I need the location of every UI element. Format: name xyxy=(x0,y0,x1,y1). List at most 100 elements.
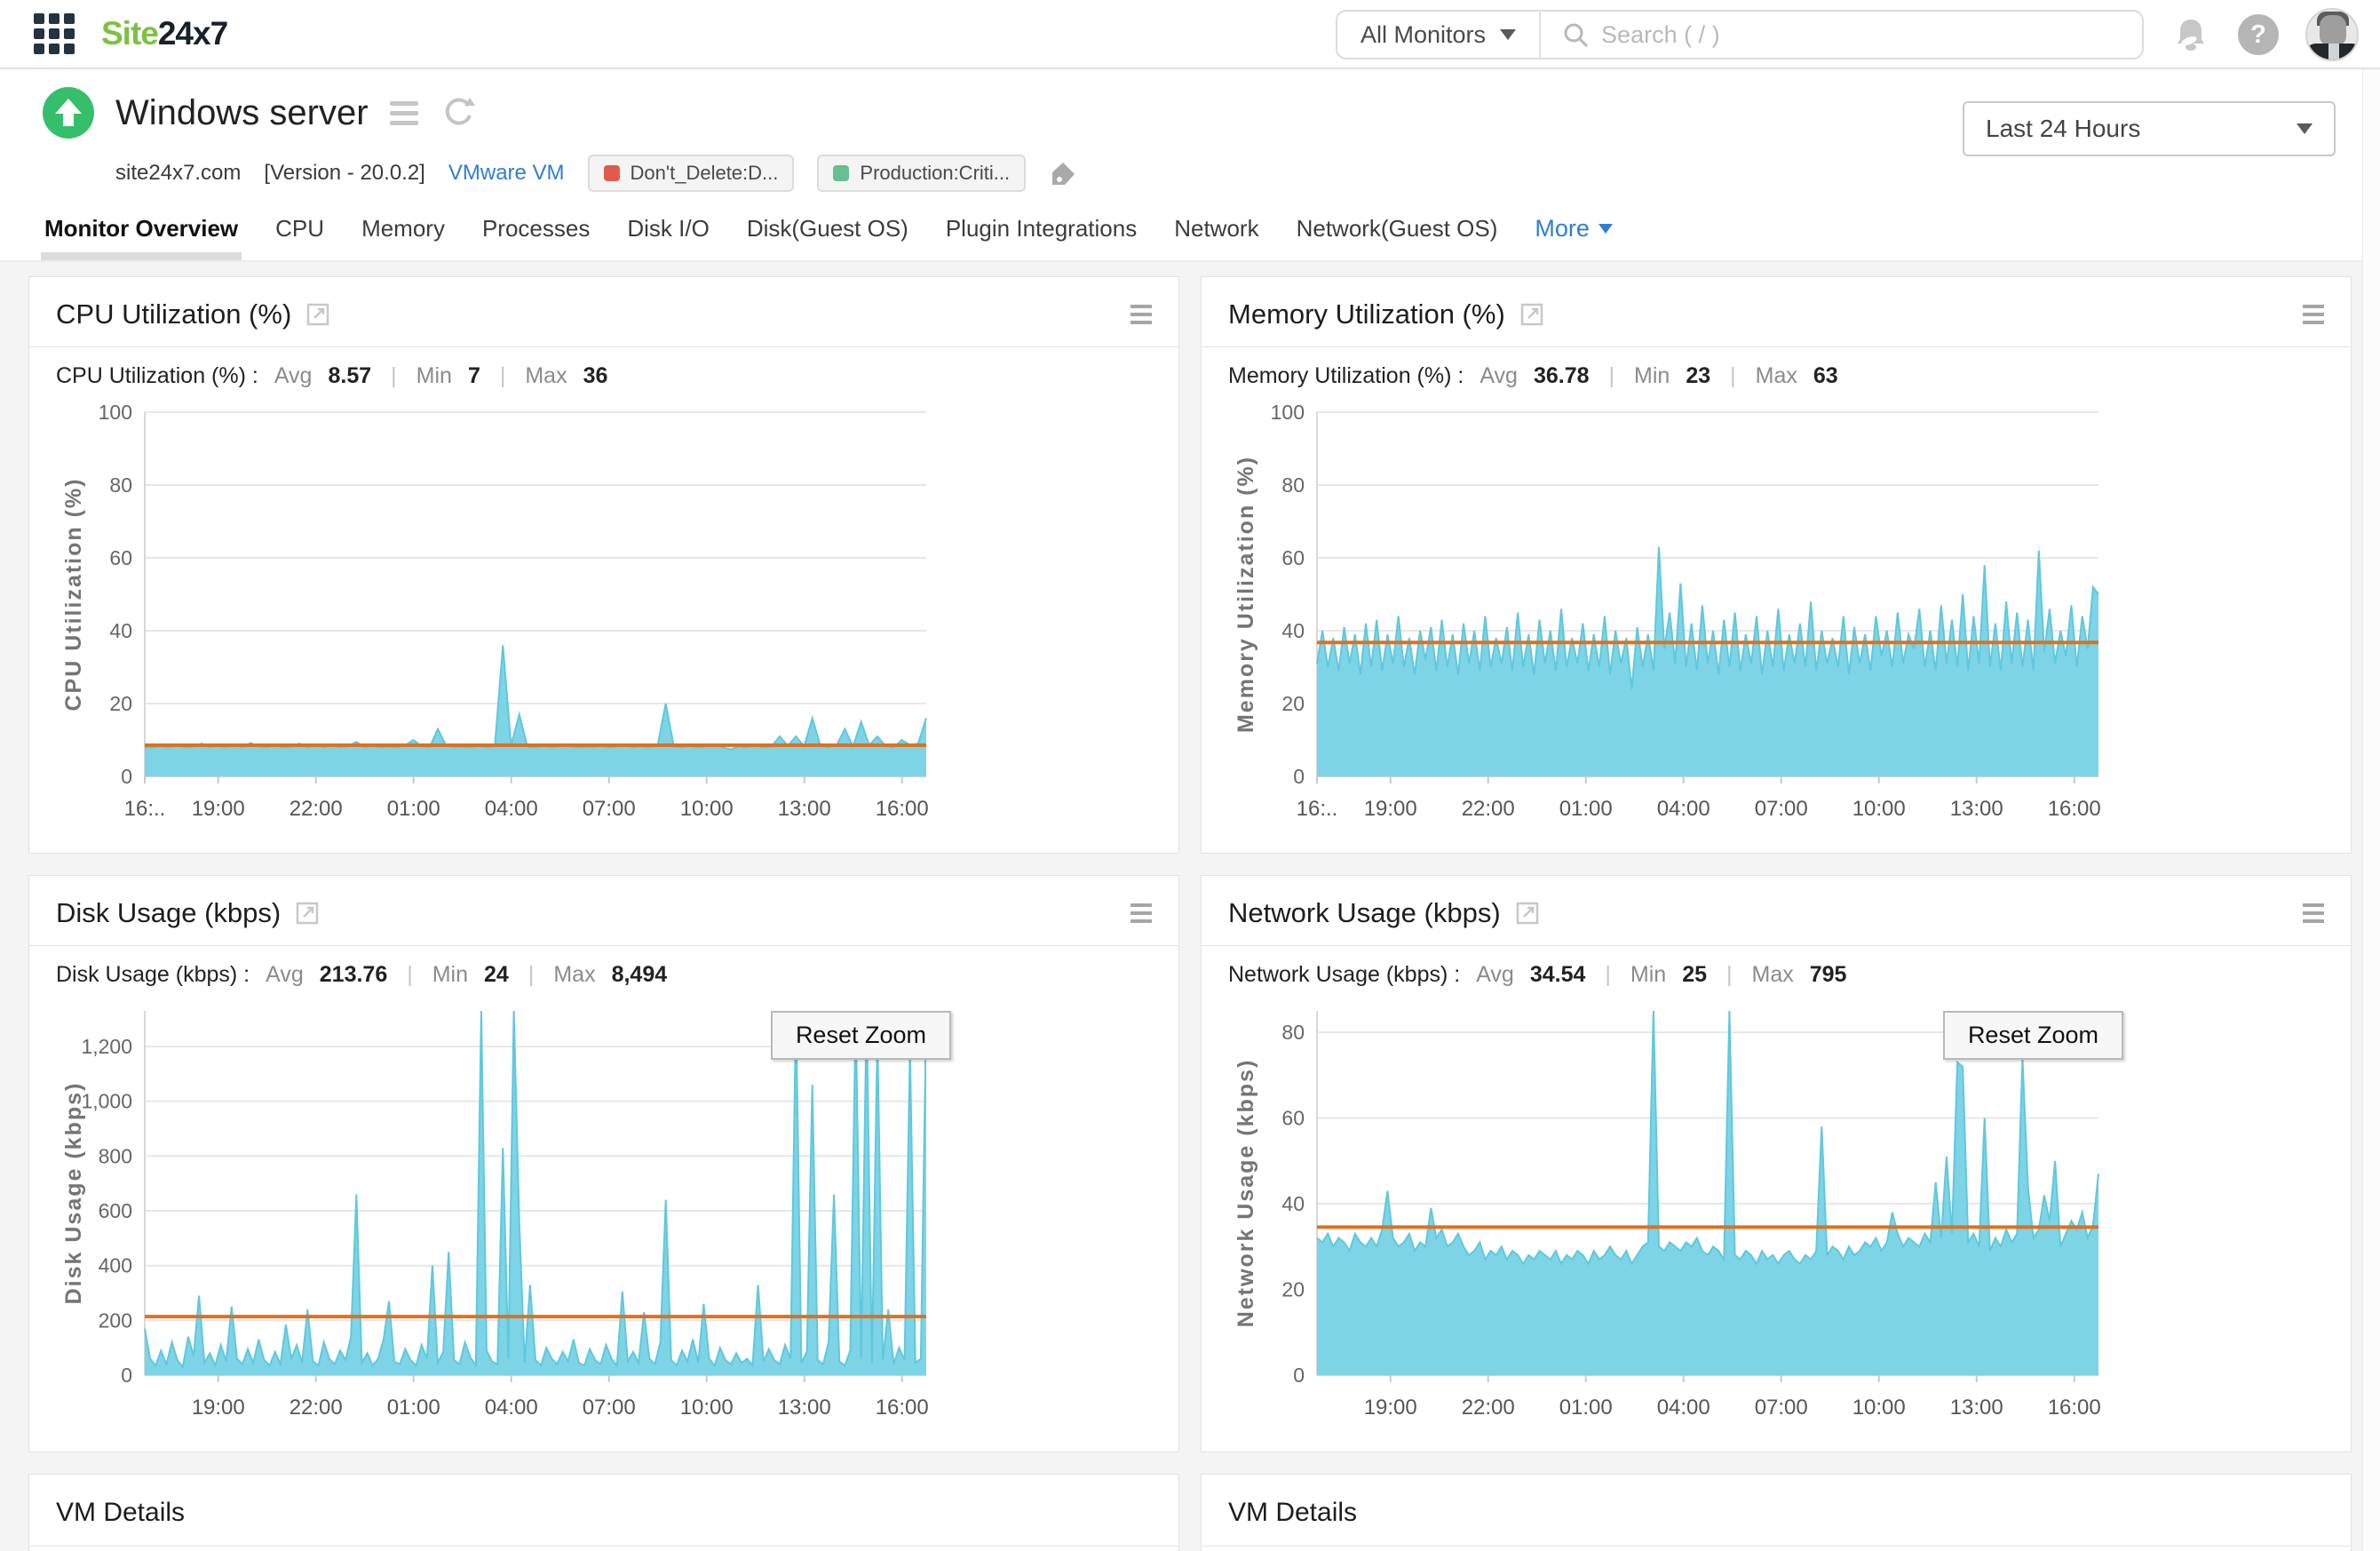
tab-more[interactable]: More xyxy=(1535,215,1613,260)
svg-text:22:00: 22:00 xyxy=(1462,797,1515,821)
status-up-icon xyxy=(43,87,94,139)
tab-network[interactable]: Network xyxy=(1174,215,1258,260)
svg-text:16:..: 16:.. xyxy=(124,797,166,821)
svg-text:01:00: 01:00 xyxy=(1559,1396,1613,1420)
cpu-chart[interactable]: 0 20 40 60 80 100 16:.. 19:00 22:00 01:00 04:00 07:… xyxy=(29,394,1178,843)
tab-cpu[interactable]: CPU xyxy=(275,215,324,260)
svg-text:13:00: 13:00 xyxy=(778,1396,831,1420)
tab-processes[interactable]: Processes xyxy=(482,215,590,260)
svg-text:80: 80 xyxy=(109,473,132,497)
memory-stats: Memory Utilization (%) : Avg 36.78 | Min 2… xyxy=(1228,363,1838,388)
vmware-vm-link[interactable]: VMware VM xyxy=(448,161,565,186)
vm-details-title: VM Details xyxy=(1228,1498,1358,1527)
table-row: Host Name s24x7-w10.site24x7.com xyxy=(29,1547,1178,1551)
svg-text:40: 40 xyxy=(1281,619,1305,642)
svg-text:04:00: 04:00 xyxy=(1657,797,1710,821)
disk-usage-panel: Disk Usage (kbps) Disk Usage (kbps) : Av… xyxy=(28,875,1179,1452)
panel-title: Disk Usage (kbps) xyxy=(56,897,282,928)
panel-menu-icon[interactable] xyxy=(2303,903,2324,923)
svg-text:0: 0 xyxy=(121,1364,132,1387)
tab-network-guest-os-[interactable]: Network(Guest OS) xyxy=(1297,215,1498,260)
monitor-version: [Version - 20.0.2] xyxy=(264,161,425,185)
svg-text:19:00: 19:00 xyxy=(192,797,245,821)
page-title: Windows server xyxy=(115,92,369,132)
tag-color-swatch xyxy=(833,165,850,181)
expand-chart-icon[interactable] xyxy=(295,901,320,926)
svg-text:13:00: 13:00 xyxy=(1950,1396,2003,1420)
svg-text:07:00: 07:00 xyxy=(1755,1396,1808,1420)
monitor-header: Windows server site24x7.com [Version - 2… xyxy=(0,69,2380,262)
time-range-dropdown[interactable]: Last 24 Hours xyxy=(1963,101,2336,156)
expand-chart-icon[interactable] xyxy=(1515,901,1540,926)
svg-text:40: 40 xyxy=(109,619,132,642)
svg-text:Network Usage (kbps): Network Usage (kbps) xyxy=(1234,1059,1258,1328)
svg-text:19:00: 19:00 xyxy=(1364,1396,1417,1420)
svg-text:60: 60 xyxy=(1281,1107,1305,1130)
svg-text:20: 20 xyxy=(1281,1278,1305,1301)
monitor-domain: site24x7.com xyxy=(115,161,242,185)
svg-text:0: 0 xyxy=(1293,765,1305,788)
tab-plugin-integrations[interactable]: Plugin Integrations xyxy=(946,215,1137,260)
svg-text:200: 200 xyxy=(99,1308,132,1332)
tab-disk-guest-os-[interactable]: Disk(Guest OS) xyxy=(747,215,908,260)
network-usage-panel: Network Usage (kbps) Network Usage (kbps… xyxy=(1201,875,2352,1452)
reset-zoom-button[interactable]: Reset Zoom xyxy=(1942,1011,2123,1060)
svg-text:16:00: 16:00 xyxy=(2048,797,2101,821)
scrollbar-track[interactable] xyxy=(2362,69,2380,1551)
expand-chart-icon[interactable] xyxy=(1519,302,1544,327)
search-placeholder: Search ( / ) xyxy=(1601,20,1720,48)
network-chart[interactable]: 0 20 40 60 80 19:00 22:00 01:00 04:00 07:00 10:00 1… xyxy=(1202,993,2351,1442)
svg-text:07:00: 07:00 xyxy=(1755,797,1808,821)
svg-text:1,200: 1,200 xyxy=(81,1035,132,1058)
svg-text:16:00: 16:00 xyxy=(876,1396,929,1420)
svg-text:60: 60 xyxy=(109,546,132,569)
tags-icon[interactable] xyxy=(1049,158,1079,188)
network-stats: Network Usage (kbps) : Avg 34.54 | Min 25 … xyxy=(1228,962,1847,987)
svg-text:20: 20 xyxy=(109,692,132,715)
tag-color-swatch xyxy=(603,165,620,181)
tag-dont-delete[interactable]: Don't_Delete:D... xyxy=(587,155,795,192)
panel-menu-icon[interactable] xyxy=(2303,305,2324,324)
monitor-menu-icon[interactable] xyxy=(389,100,418,125)
table-row: ESX/ESXi Host Name 172.21.112.41 xyxy=(1202,1547,2351,1551)
svg-text:10:00: 10:00 xyxy=(680,797,734,821)
svg-text:80: 80 xyxy=(1281,473,1305,497)
panel-menu-icon[interactable] xyxy=(1130,903,1152,923)
svg-text:16:00: 16:00 xyxy=(2048,1396,2101,1420)
disk-chart[interactable]: 0 200 400 600 800 1,000 1,200 19:00 22:00 01:00 04… xyxy=(29,993,1178,1442)
cpu-utilization-panel: CPU Utilization (%) CPU Utilization (%) … xyxy=(28,276,1179,854)
tab-monitor-overview[interactable]: Monitor Overview xyxy=(40,215,242,260)
tab-memory[interactable]: Memory xyxy=(361,215,445,260)
chevron-down-icon xyxy=(1598,224,1613,234)
svg-text:19:00: 19:00 xyxy=(1364,797,1417,821)
topbar: Site24x7 All Monitors Search ( / ) ? xyxy=(0,0,2380,69)
search-input[interactable]: Search ( / ) xyxy=(1541,21,2142,49)
svg-text:16:..: 16:.. xyxy=(1297,797,1338,821)
svg-text:80: 80 xyxy=(1281,1021,1305,1044)
expand-chart-icon[interactable] xyxy=(305,302,330,327)
svg-text:07:00: 07:00 xyxy=(583,797,636,821)
tag-production[interactable]: Production:Criti... xyxy=(817,155,1027,192)
memory-chart[interactable]: 0 20 40 60 80 100 16:.. 19:00 22:00 01:00 04:00 07:… xyxy=(1202,394,2351,843)
svg-text:800: 800 xyxy=(99,1144,132,1167)
svg-text:20: 20 xyxy=(1281,692,1305,715)
help-icon[interactable]: ? xyxy=(2238,14,2279,55)
tab-disk-i-o[interactable]: Disk I/O xyxy=(627,215,709,260)
refresh-icon[interactable] xyxy=(440,94,477,131)
svg-text:100: 100 xyxy=(99,401,132,424)
svg-text:60: 60 xyxy=(1281,546,1305,569)
site24x7-logo[interactable]: Site24x7 xyxy=(101,15,228,52)
app-grid-icon[interactable] xyxy=(34,13,75,54)
svg-text:04:00: 04:00 xyxy=(485,797,538,821)
notifications-bell-icon[interactable] xyxy=(2170,14,2211,55)
user-avatar[interactable] xyxy=(2305,8,2359,61)
reset-zoom-button[interactable]: Reset Zoom xyxy=(770,1011,951,1060)
svg-text:Disk Usage (kbps): Disk Usage (kbps) xyxy=(61,1082,86,1305)
svg-text:04:00: 04:00 xyxy=(1657,1396,1710,1420)
monitor-filter-dropdown[interactable]: All Monitors xyxy=(1337,12,1542,58)
panel-menu-icon[interactable] xyxy=(1130,305,1152,324)
logo-text-site: Site xyxy=(101,15,159,52)
svg-text:04:00: 04:00 xyxy=(485,1396,538,1420)
tab-bar: Monitor Overview CPU Memory Processes Disk I… xyxy=(40,215,2337,260)
svg-text:10:00: 10:00 xyxy=(1852,1396,1906,1420)
